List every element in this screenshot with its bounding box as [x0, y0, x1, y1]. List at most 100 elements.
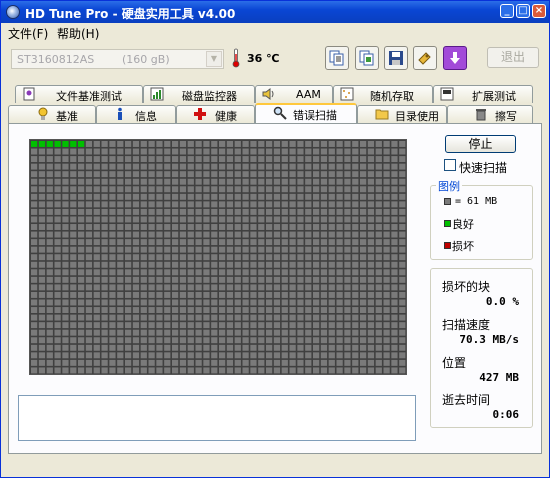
chevron-down-icon[interactable]: ▼ — [206, 51, 222, 67]
scan-block — [38, 284, 46, 291]
disk-select[interactable]: ST3160812AS (160 gB) ▼ — [11, 49, 224, 69]
maximize-button[interactable]: □ — [516, 4, 530, 18]
scan-block — [211, 224, 218, 230]
menu-file[interactable]: 文件(F) — [8, 25, 48, 42]
scan-block — [203, 284, 210, 291]
tab-aam[interactable]: AAM — [255, 85, 333, 103]
scan-block — [187, 261, 194, 268]
tab-label: 扩展测试 — [472, 90, 516, 103]
scan-block — [352, 201, 359, 208]
scan-block — [187, 322, 194, 329]
scan-block — [62, 367, 69, 374]
scan-block — [250, 352, 257, 359]
tab-benchmark[interactable]: 基准 — [8, 105, 96, 123]
scan-block — [70, 193, 77, 200]
info-icon — [118, 107, 122, 120]
title-bar[interactable]: HD Tune Pro - 硬盘实用工具 v4.00 _ □ × — [1, 1, 549, 23]
scan-block — [54, 314, 61, 321]
scan-block — [211, 156, 218, 163]
scan-block — [305, 148, 312, 155]
scan-block — [242, 201, 249, 208]
options-icon — [418, 52, 431, 65]
scan-block — [297, 239, 304, 246]
scan-block — [273, 352, 281, 359]
tab-random-access[interactable]: 随机存取 — [333, 85, 433, 103]
scan-block — [46, 359, 53, 366]
scan-block — [109, 178, 116, 185]
scan-block — [320, 208, 328, 215]
close-button[interactable]: × — [532, 4, 546, 18]
scan-block — [101, 141, 108, 147]
tab-disk-monitor[interactable]: 磁盘监控器 — [143, 85, 255, 103]
scan-block — [360, 201, 367, 208]
scan-block — [125, 178, 132, 185]
scan-block — [297, 291, 304, 298]
scan-block — [336, 352, 343, 359]
scan-block — [242, 156, 249, 163]
download-button[interactable] — [443, 46, 467, 70]
scan-block — [148, 148, 155, 155]
tab-error-scan[interactable]: 错误扫描 — [255, 103, 357, 123]
scan-block — [78, 156, 85, 163]
scan-block — [93, 261, 100, 268]
scan-block — [148, 216, 155, 223]
scan-block — [336, 141, 343, 147]
scan-block — [195, 269, 202, 276]
scan-block — [93, 314, 100, 321]
copy-screenshot-button[interactable] — [355, 46, 379, 70]
scan-block — [367, 231, 375, 238]
scan-block — [352, 269, 359, 276]
scan-block — [62, 337, 69, 344]
tab-info[interactable]: 信息 — [96, 105, 176, 123]
tab-extra-tests[interactable]: 扩展测试 — [433, 85, 533, 103]
scan-block — [258, 291, 265, 298]
scan-block — [187, 163, 194, 170]
scan-block — [109, 291, 116, 298]
scan-block — [281, 178, 288, 185]
scan-block — [140, 276, 147, 283]
scan-block — [101, 178, 108, 185]
scan-block — [305, 141, 312, 147]
stop-button[interactable]: 停止 — [445, 135, 516, 153]
log-box[interactable] — [18, 395, 416, 441]
scan-block — [226, 224, 234, 230]
scan-block — [211, 314, 218, 321]
exit-button[interactable]: 退出 — [487, 47, 539, 68]
menu-help[interactable]: 帮助(H) — [57, 25, 99, 42]
minimize-button[interactable]: _ — [500, 4, 514, 18]
scan-block — [132, 299, 140, 306]
scan-block — [132, 314, 140, 321]
scan-block — [281, 276, 288, 283]
scan-block — [336, 261, 343, 268]
save-button[interactable] — [384, 46, 408, 70]
scan-block — [336, 193, 343, 200]
tab-health[interactable]: 健康 — [176, 105, 255, 123]
scan-block — [328, 337, 335, 344]
scan-block — [172, 231, 179, 238]
scan-block — [313, 299, 320, 306]
scan-block — [132, 171, 140, 178]
tab-folder-usage[interactable]: 目录使用 — [357, 105, 447, 123]
scan-block — [289, 352, 296, 359]
quick-scan-checkbox[interactable] — [444, 159, 456, 171]
tab-erase[interactable]: 擦写 — [447, 105, 533, 123]
scan-block — [289, 178, 296, 185]
scan-block — [38, 307, 46, 314]
copy-text-button[interactable] — [325, 46, 349, 70]
scan-block — [250, 163, 257, 170]
scan-block — [31, 261, 38, 268]
tab-file-benchmark[interactable]: 文件基准测试 — [15, 85, 143, 103]
scan-block — [140, 359, 147, 366]
scan-block — [313, 201, 320, 208]
scan-block — [234, 163, 241, 170]
options-button[interactable] — [413, 46, 437, 70]
scan-block — [70, 186, 77, 193]
scan-block — [156, 367, 163, 374]
scan-block — [38, 329, 46, 336]
scan-block — [187, 329, 194, 336]
scan-block — [360, 254, 367, 261]
scan-block — [219, 171, 226, 178]
scan-block — [258, 171, 265, 178]
scan-block — [179, 329, 187, 336]
scan-block — [148, 208, 155, 215]
